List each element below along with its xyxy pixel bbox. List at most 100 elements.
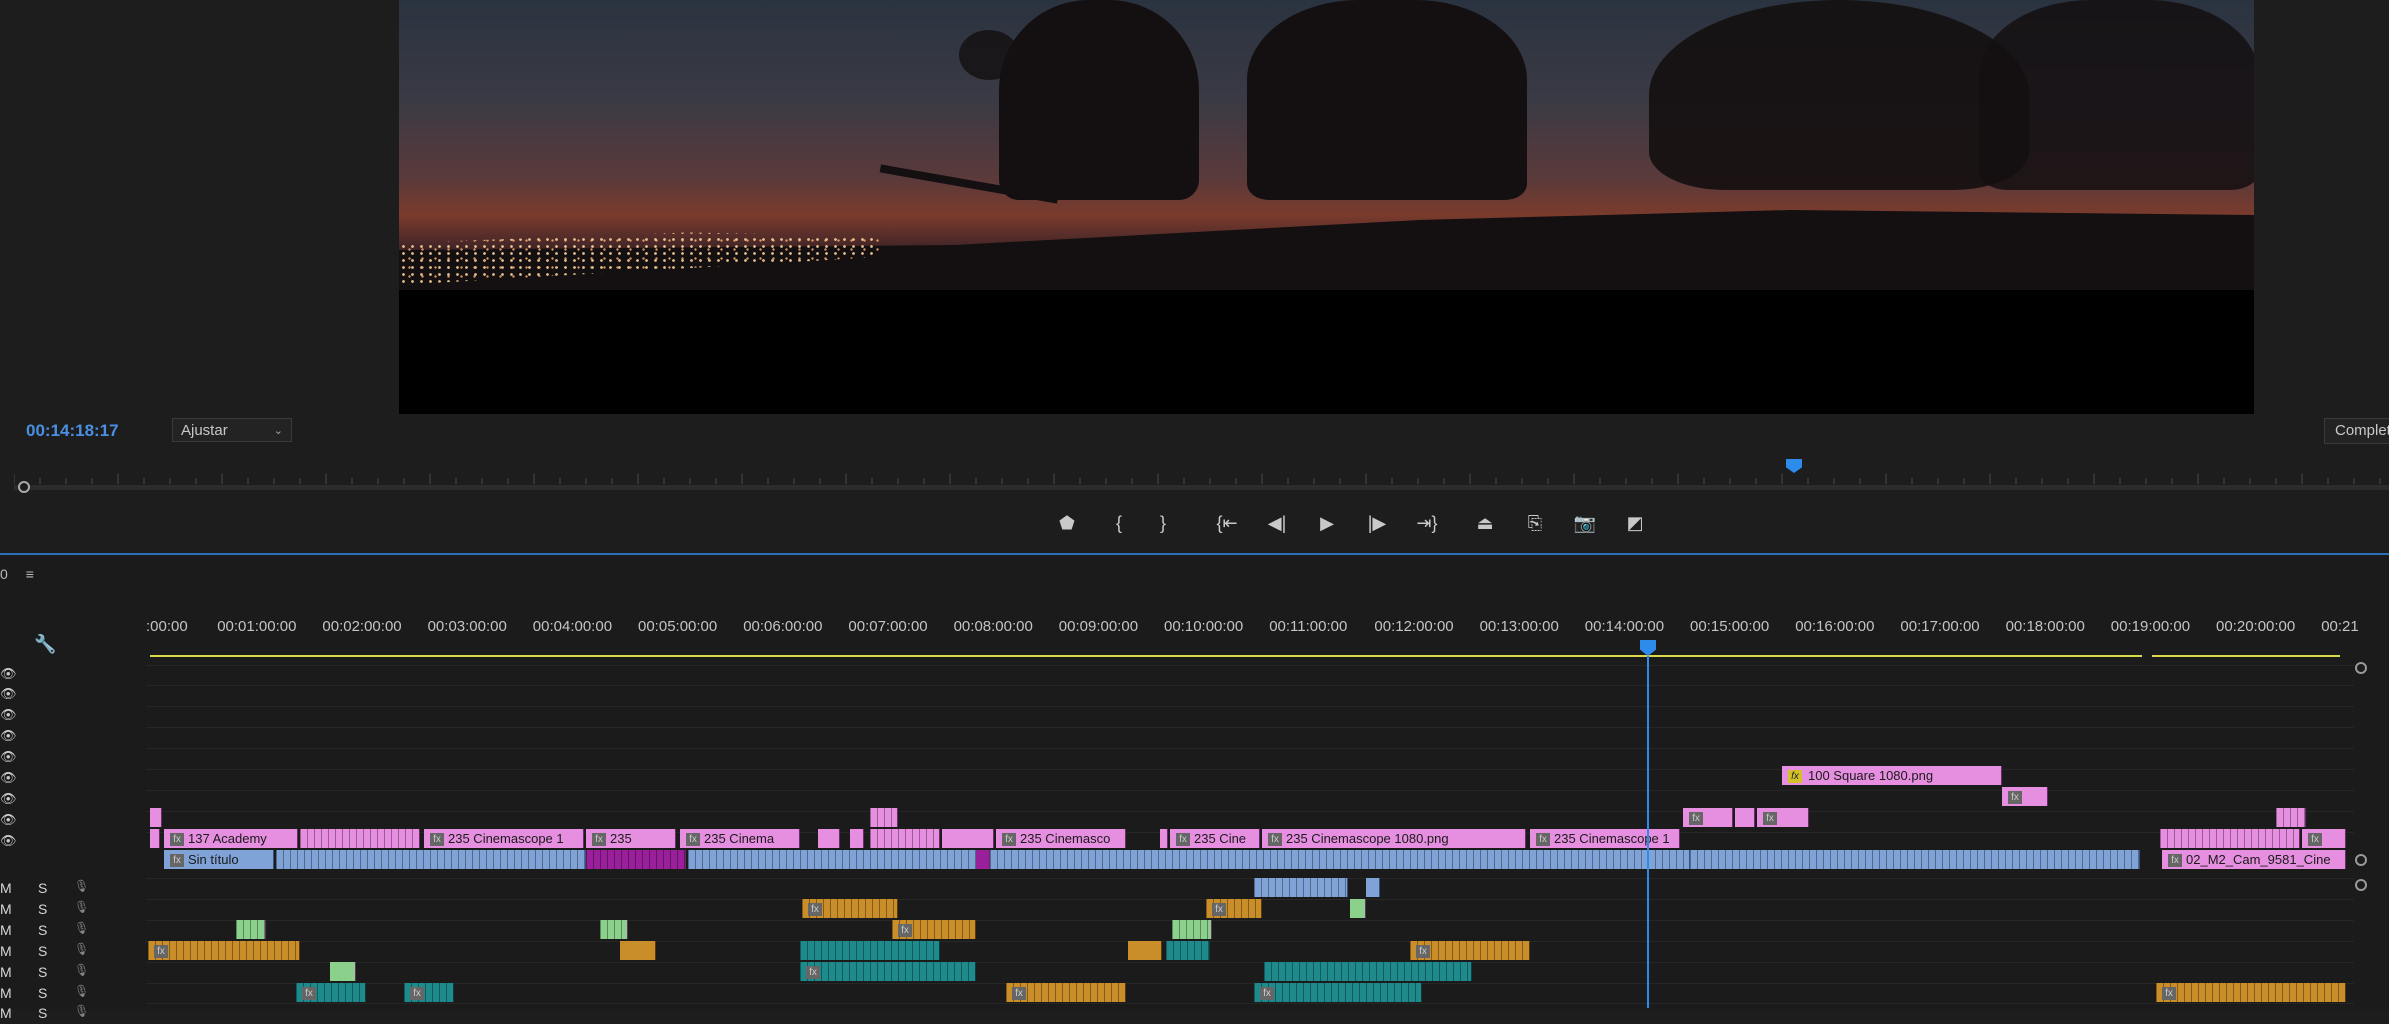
eye-icon[interactable]: 👁 — [0, 666, 17, 682]
mute-button[interactable]: M — [0, 880, 12, 896]
timeline-ruler[interactable]: :00:00 00:01:00:00 00:02:00:00 00:03:00:00 0… — [146, 612, 2359, 636]
scroll-handle[interactable] — [2355, 854, 2367, 866]
clip-cinemascope[interactable]: fx 235 Cinema — [680, 829, 800, 848]
clip-adjustment[interactable] — [688, 850, 978, 869]
mute-button[interactable]: M — [0, 985, 12, 1001]
clip-pink[interactable] — [942, 829, 994, 848]
work-area-bar[interactable] — [150, 655, 2340, 657]
scroll-handle[interactable] — [2355, 662, 2367, 674]
audio-clip[interactable] — [1264, 962, 1472, 981]
clip-pink[interactable] — [2276, 808, 2306, 827]
eye-icon[interactable]: 👁 — [0, 770, 17, 786]
export-frame-button[interactable]: 📷 — [1570, 505, 1600, 541]
clip-pink[interactable] — [870, 808, 898, 827]
mark-out-button[interactable]: } — [1148, 505, 1178, 541]
clip-adjustment[interactable] — [276, 850, 586, 869]
clip-cinemascope[interactable]: fx 235 Cine — [1170, 829, 1260, 848]
clip-pink[interactable] — [150, 829, 160, 848]
solo-button[interactable]: S — [38, 880, 47, 896]
mic-icon[interactable]: 🎙 — [74, 879, 89, 893]
scroll-handle[interactable] — [2355, 879, 2367, 891]
clip-cinemascope[interactable]: fx 235 Cinemasco — [996, 829, 1126, 848]
step-back-button[interactable]: ◀| — [1262, 505, 1292, 541]
audio-clip[interactable] — [1366, 878, 1380, 897]
clip-pink[interactable] — [2160, 829, 2300, 848]
clip-sin-titulo[interactable]: fx Sin título — [164, 850, 274, 869]
mute-button[interactable]: M — [0, 1005, 12, 1021]
audio-clip[interactable] — [1254, 878, 1348, 897]
clip-adjustment[interactable] — [990, 850, 1690, 869]
mic-icon[interactable]: 🎙 — [74, 984, 89, 998]
eye-icon[interactable]: 👁 — [0, 728, 17, 744]
clip-pink[interactable] — [818, 829, 840, 848]
go-to-in-button[interactable]: {⇤ — [1212, 505, 1242, 541]
wrench-icon[interactable]: 🔧 — [34, 634, 56, 655]
audio-clip[interactable]: fx — [1410, 941, 1530, 960]
mic-icon[interactable]: 🎙 — [74, 963, 89, 977]
audio-clip[interactable]: fx — [800, 962, 976, 981]
clip-cinemascope[interactable]: fx 235 Cinemascope 1 — [424, 829, 584, 848]
eye-icon[interactable]: 👁 — [0, 833, 17, 849]
mic-icon[interactable]: 🎙 — [74, 921, 89, 935]
clip-pink[interactable] — [1735, 808, 1755, 827]
clip-adjustment[interactable] — [1690, 850, 2140, 869]
eye-icon[interactable]: 👁 — [0, 791, 17, 807]
timeline-tab[interactable]: 0 ≡ — [0, 566, 34, 582]
mute-button[interactable]: M — [0, 901, 12, 917]
audio-clip[interactable] — [1128, 941, 1162, 960]
audio-clip[interactable]: fx — [892, 920, 976, 939]
solo-button[interactable]: S — [38, 1005, 47, 1021]
clip-pink[interactable]: fx — [1757, 808, 1809, 827]
clip-pink[interactable] — [1160, 829, 1168, 848]
panel-menu-icon[interactable]: ≡ — [26, 566, 34, 582]
playhead-timecode[interactable]: 00:14:18:17 — [26, 421, 119, 441]
clip-pink[interactable]: fx — [1683, 808, 1733, 827]
audio-clip[interactable]: fx — [1006, 983, 1126, 1002]
audio-clip[interactable]: fx — [2156, 983, 2346, 1002]
solo-button[interactable]: S — [38, 943, 47, 959]
comparison-view-button[interactable]: ◩ — [1620, 505, 1650, 541]
audio-clip[interactable] — [1166, 941, 1210, 960]
mute-button[interactable]: M — [0, 922, 12, 938]
zoom-fit-dropdown[interactable]: Ajustar ⌄ — [172, 418, 292, 442]
mic-icon[interactable]: 🎙 — [74, 1004, 89, 1018]
mic-icon[interactable]: 🎙 — [74, 900, 89, 914]
solo-button[interactable]: S — [38, 964, 47, 980]
go-to-out-button[interactable]: ⇥} — [1412, 505, 1442, 541]
audio-clip[interactable]: fx — [1206, 899, 1262, 918]
audio-clip[interactable] — [600, 920, 628, 939]
mute-button[interactable]: M — [0, 964, 12, 980]
eye-icon[interactable]: 👁 — [0, 707, 17, 723]
audio-clip[interactable] — [1172, 920, 1212, 939]
audio-clip[interactable]: fx — [296, 983, 366, 1002]
play-button[interactable]: ▶ — [1312, 505, 1342, 541]
clip-pink-small[interactable]: fx — [2002, 787, 2048, 806]
audio-clip[interactable] — [620, 941, 656, 960]
playback-resolution-dropdown[interactable]: Completa — [2324, 418, 2389, 444]
zoom-handle[interactable] — [18, 481, 30, 493]
clip-pink[interactable] — [300, 829, 420, 848]
step-forward-button[interactable]: |▶ — [1362, 505, 1392, 541]
clip-cinemascope[interactable]: fx 235 — [586, 829, 676, 848]
clip-pink[interactable] — [870, 829, 940, 848]
clip-cam[interactable]: fx 02_M2_Cam_9581_Cine — [2162, 850, 2346, 869]
clip-pink[interactable]: fx — [2302, 829, 2346, 848]
solo-button[interactable]: S — [38, 901, 47, 917]
audio-clip[interactable] — [330, 962, 356, 981]
audio-clip[interactable] — [1350, 899, 1366, 918]
mic-icon[interactable]: 🎙 — [74, 942, 89, 956]
audio-clip[interactable]: fx — [802, 899, 898, 918]
monitor-time-ruler[interactable] — [14, 462, 2389, 484]
audio-clip[interactable]: fx — [404, 983, 454, 1002]
audio-clip[interactable]: fx — [1254, 983, 1422, 1002]
solo-button[interactable]: S — [38, 985, 47, 1001]
extract-button[interactable]: ⎘ — [1520, 505, 1550, 541]
audio-clip[interactable]: fx — [148, 941, 300, 960]
clip-pink[interactable] — [150, 808, 162, 827]
lift-button[interactable]: ⏏ — [1470, 505, 1500, 541]
mute-button[interactable]: M — [0, 943, 12, 959]
eye-icon[interactable]: 👁 — [0, 749, 17, 765]
mark-in-button[interactable]: { — [1104, 505, 1134, 541]
eye-icon[interactable]: 👁 — [0, 812, 17, 828]
program-video-frame[interactable] — [399, 0, 2254, 414]
